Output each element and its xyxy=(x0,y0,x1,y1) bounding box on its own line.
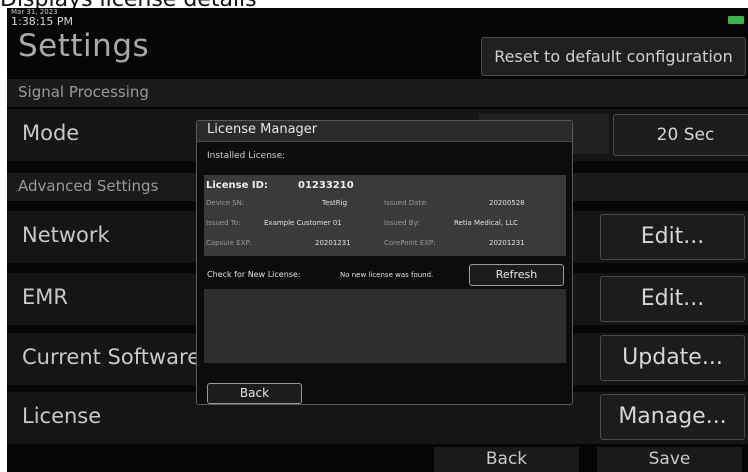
dialog-title: License Manager xyxy=(207,122,318,137)
license-id-label: License ID: xyxy=(206,180,268,191)
dialog-back-button[interactable]: Back xyxy=(207,383,302,404)
corepoint-exp-value: 20201231 xyxy=(489,239,525,247)
issued-by-value: Retia Medical, LLC xyxy=(454,219,519,227)
row-label-emr: EMR xyxy=(22,285,68,309)
device-screen: Mar 31, 2023 1:38:15 PM Settings Reset t… xyxy=(7,8,748,472)
section-signal-processing: Signal Processing xyxy=(7,79,748,107)
license-manager-dialog: License Manager Installed License: Licen… xyxy=(196,120,573,405)
device-sn-label: Device SN: xyxy=(206,199,245,207)
issued-to-label: Issued To: xyxy=(206,219,241,227)
check-new-license-label: Check for New License: xyxy=(207,270,301,279)
issued-date-label: Issued Date: xyxy=(384,199,428,207)
emr-edit-button[interactable]: Edit... xyxy=(600,276,745,322)
footer-save-button[interactable]: Save xyxy=(597,447,742,472)
issued-by-label: Issued By: xyxy=(384,219,420,227)
corepoint-exp-label: CorePoint EXP: xyxy=(384,239,436,247)
section-label: Signal Processing xyxy=(18,83,149,101)
dialog-title-bar: License Manager xyxy=(197,121,572,142)
software-update-button[interactable]: Update... xyxy=(600,335,745,381)
capsule-exp-value: 20201231 xyxy=(315,239,351,247)
issued-to-value: Example Customer 01 xyxy=(264,219,342,227)
capsule-exp-label: Capsule EXP: xyxy=(206,239,252,247)
battery-icon xyxy=(728,16,744,24)
row-label-license: License xyxy=(22,404,102,428)
reset-default-button[interactable]: Reset to default configuration xyxy=(481,37,746,76)
license-manage-button[interactable]: Manage... xyxy=(600,394,745,440)
device-sn-value: TestRig xyxy=(322,199,348,207)
row-label-software: Current Software xyxy=(22,345,201,369)
installed-license-label: Installed License: xyxy=(207,151,286,161)
page-title: Settings xyxy=(18,28,150,64)
mode-button[interactable]: 20 Sec xyxy=(613,114,748,156)
network-edit-button[interactable]: Edit... xyxy=(600,214,745,260)
license-log-area xyxy=(204,289,566,363)
section-label: Advanced Settings xyxy=(18,177,159,195)
check-status-text: No new license was found. xyxy=(340,271,434,279)
license-details-panel: License ID: 01233210 Device SN: TestRig … xyxy=(204,175,566,256)
license-id-value: 01233210 xyxy=(298,180,354,191)
row-label-mode: Mode xyxy=(22,121,80,145)
footer-back-button[interactable]: Back xyxy=(434,447,579,472)
issued-date-value: 20200528 xyxy=(489,199,525,207)
refresh-button[interactable]: Refresh xyxy=(469,264,564,286)
row-label-network: Network xyxy=(22,223,110,247)
status-time: 1:38:15 PM xyxy=(11,15,74,28)
